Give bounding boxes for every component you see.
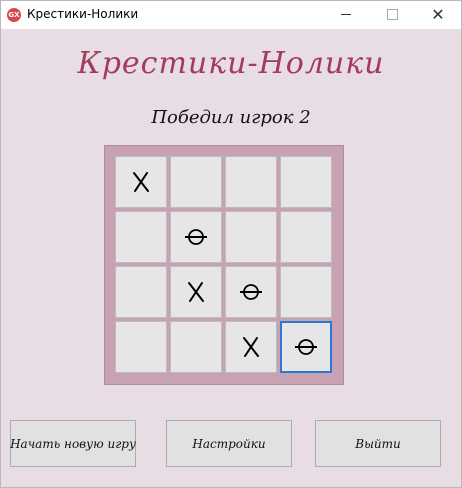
settings-button[interactable]: Настройки	[166, 420, 292, 467]
board-cell-r1c1[interactable]	[115, 156, 167, 208]
game-board	[104, 145, 344, 385]
o-mark-icon	[240, 284, 262, 300]
maximize-icon	[386, 9, 398, 20]
x-mark-icon	[243, 337, 259, 357]
title-bar: GX Крестики-Нолики ✕	[1, 1, 461, 29]
exit-button[interactable]: Выйти	[315, 420, 441, 467]
o-mark-icon	[185, 229, 207, 245]
app-window: GX Крестики-Нолики ✕ Крестики-Нолики Поб…	[0, 0, 462, 488]
new-game-button[interactable]: Начать новую игру	[10, 420, 136, 467]
close-button[interactable]: ✕	[415, 1, 461, 29]
board-cell-r3c1[interactable]	[115, 266, 167, 318]
board-cell-r1c3[interactable]	[225, 156, 277, 208]
app-icon: GX	[7, 8, 21, 22]
board-cell-r4c2[interactable]	[170, 321, 222, 373]
close-icon: ✕	[431, 5, 445, 24]
o-mark-icon	[295, 339, 317, 355]
board-cell-r2c4[interactable]	[280, 211, 332, 263]
board-cell-r3c3[interactable]	[225, 266, 277, 318]
board-cell-r1c4[interactable]	[280, 156, 332, 208]
maximize-button[interactable]	[369, 1, 415, 29]
x-mark-icon	[188, 282, 204, 302]
board-cell-r4c3[interactable]	[225, 321, 277, 373]
board-cell-r4c4[interactable]	[280, 321, 332, 373]
board-cell-r4c1[interactable]	[115, 321, 167, 373]
minimize-button[interactable]	[323, 1, 369, 29]
app-heading: Крестики-Нолики	[77, 46, 385, 81]
game-status: Победил игрок 2	[151, 107, 311, 128]
window-title: Крестики-Нолики	[27, 7, 139, 21]
board-cell-r3c4[interactable]	[280, 266, 332, 318]
x-mark-icon	[133, 172, 149, 192]
board-cell-r3c2[interactable]	[170, 266, 222, 318]
board-cell-r2c3[interactable]	[225, 211, 277, 263]
board-cell-r2c2[interactable]	[170, 211, 222, 263]
board-cell-r1c2[interactable]	[170, 156, 222, 208]
board-cell-r2c1[interactable]	[115, 211, 167, 263]
minimize-icon	[341, 14, 351, 15]
